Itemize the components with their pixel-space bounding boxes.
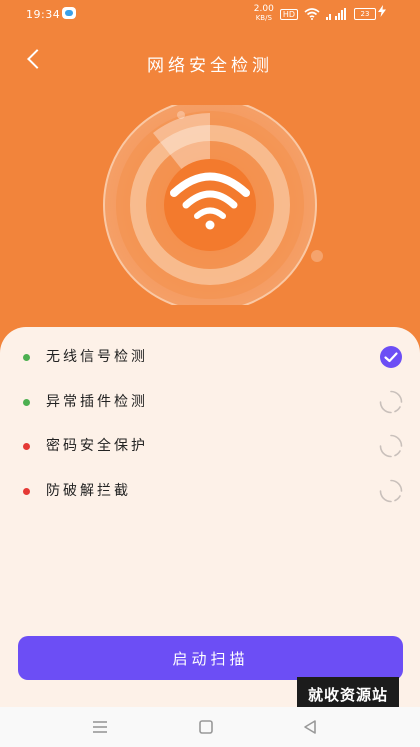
system-nav-bar	[0, 707, 420, 747]
check-item: 密码安全保护	[0, 426, 420, 466]
notification-app-icon	[62, 7, 76, 19]
check-item-label: 防破解拦截	[46, 483, 131, 499]
wifi-scan-radar	[103, 105, 323, 305]
network-speed-unit: KB/S	[255, 14, 272, 22]
status-bar: 19:34 2.00 KB/S HD 23	[0, 0, 420, 28]
status-icons: 2.00 KB/S HD 23	[254, 5, 376, 23]
charging-icon	[378, 5, 386, 17]
hd-badge: HD	[279, 8, 298, 20]
loading-spinner-icon	[379, 434, 403, 458]
check-item: 防破解拦截	[0, 471, 420, 511]
network-speed-value: 2.00	[253, 4, 274, 14]
signal-icon	[326, 8, 346, 20]
loading-spinner-icon	[379, 390, 403, 414]
check-item-label: 异常插件检测	[46, 394, 148, 410]
status-dot	[23, 354, 30, 361]
status-time: 19:34	[26, 8, 61, 21]
check-item-label: 无线信号检测	[46, 349, 148, 365]
back-nav-icon[interactable]	[300, 717, 320, 737]
start-scan-button[interactable]: 启动扫描	[18, 636, 403, 680]
status-dot	[23, 443, 30, 450]
check-item: 异常插件检测	[0, 382, 420, 422]
check-item: 无线信号检测	[0, 337, 420, 377]
battery-level: 23	[360, 10, 370, 18]
menu-nav-icon[interactable]	[90, 717, 110, 737]
check-done-icon	[380, 346, 402, 368]
battery-icon: 23	[354, 8, 376, 20]
home-nav-icon[interactable]	[196, 717, 216, 737]
wifi-status-icon	[304, 8, 320, 20]
loading-spinner-icon	[379, 479, 403, 503]
status-dot	[23, 399, 30, 406]
header: 网络安全检测	[0, 40, 420, 80]
network-speed: 2.00 KB/S	[254, 5, 274, 23]
check-item-label: 密码安全保护	[46, 438, 148, 454]
page-title: 网络安全检测	[147, 56, 273, 76]
status-dot	[23, 488, 30, 495]
